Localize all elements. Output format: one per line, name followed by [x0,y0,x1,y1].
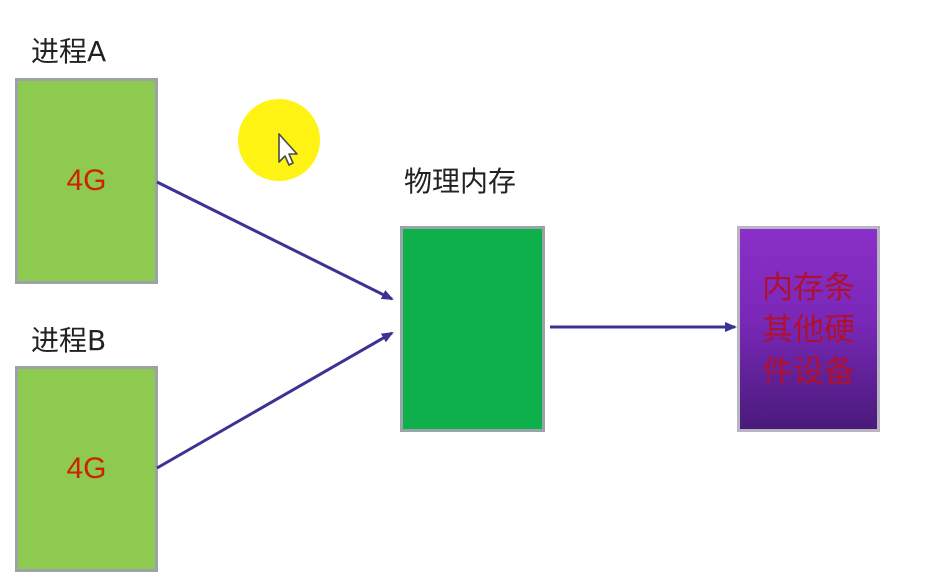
process-a-box: 4G [15,78,158,284]
hardware-text: 内存条其他硬件设备 [762,270,855,390]
process-b-box: 4G [15,366,158,572]
process-b-label: 进程B [31,324,107,357]
arrow-process-a-to-memory [156,180,394,301]
arrow-process-b-to-memory [156,331,394,470]
process-b-size: 4G [66,452,107,485]
hardware-box: 内存条其他硬件设备 [737,226,880,432]
physical-memory-box [400,226,545,432]
process-a-label: 进程A [31,35,107,68]
mouse-pointer-icon [278,133,298,166]
diagram-canvas: 进程A 4G 进程B 4G 物理内存 内存条其他硬件设备 [0,0,929,581]
cursor-highlight [238,99,320,181]
process-a-size: 4G [66,164,107,197]
physical-memory-label: 物理内存 [404,165,517,198]
